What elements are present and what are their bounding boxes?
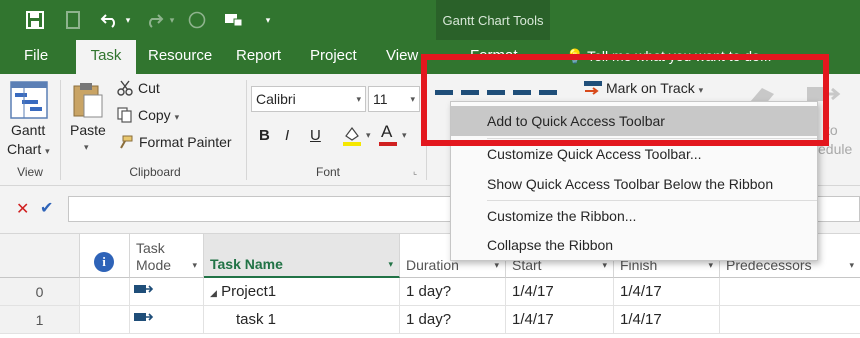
chevron-down-icon[interactable]: ▾ bbox=[708, 260, 713, 271]
copy-button[interactable]: Copy ▾ bbox=[138, 107, 179, 123]
auto-schedule-icon bbox=[134, 313, 154, 321]
chevron-down-icon: ▾ bbox=[410, 94, 415, 104]
info-cell[interactable] bbox=[80, 278, 130, 306]
undo-dropdown-icon[interactable]: ▾ bbox=[123, 6, 133, 34]
tell-me-placeholder: Tell me what you want to do... bbox=[587, 48, 772, 64]
undo-icon[interactable] bbox=[98, 6, 122, 34]
view-group-label: View bbox=[17, 165, 43, 179]
paste-dropdown-icon[interactable]: ▾ bbox=[84, 142, 89, 153]
font-size-combo[interactable]: 11 ▾ bbox=[368, 86, 420, 112]
start-cell[interactable]: 1/4/17 bbox=[506, 278, 614, 306]
gantt-chart-label-line2[interactable]: Chart ▾ bbox=[7, 141, 50, 157]
paste-label[interactable]: Paste bbox=[70, 122, 106, 138]
redo-icon[interactable] bbox=[142, 6, 166, 34]
font-group-label: Font bbox=[315, 165, 340, 179]
context-title: Gantt Chart Tools bbox=[442, 13, 544, 28]
paste-icon[interactable] bbox=[70, 80, 106, 120]
tell-me-box[interactable]: 💡 Tell me what you want to do... bbox=[566, 40, 772, 74]
redo-dropdown-icon[interactable]: ▾ bbox=[167, 6, 177, 34]
row-number[interactable]: 1 bbox=[0, 306, 80, 334]
font-color-dropdown-icon[interactable]: ▾ bbox=[402, 130, 407, 141]
mark-on-track-button[interactable]: Mark on Track ▾ bbox=[606, 80, 703, 96]
chevron-down-icon[interactable]: ▾ bbox=[602, 260, 607, 271]
cancel-icon[interactable]: ✕ bbox=[16, 199, 29, 219]
highlight-color-icon[interactable] bbox=[341, 124, 363, 146]
task-mode-header-line2: Mode bbox=[136, 257, 172, 273]
row-header-corner bbox=[0, 234, 80, 278]
predecessors-cell[interactable] bbox=[720, 278, 860, 306]
task-mode-cell[interactable] bbox=[130, 278, 204, 306]
start-cell[interactable]: 1/4/17 bbox=[506, 306, 614, 334]
partial-schedule-label: edule bbox=[818, 141, 853, 157]
format-painter-icon bbox=[116, 133, 134, 151]
menu-item-customize-ribbon[interactable]: Customize the Ribbon... bbox=[451, 201, 817, 231]
format-painter-button[interactable]: Format Painter bbox=[139, 134, 232, 150]
group-separator bbox=[426, 80, 427, 180]
gantt-chart-icon[interactable] bbox=[8, 80, 50, 120]
scissors-icon bbox=[116, 79, 134, 97]
chevron-down-icon[interactable]: ▾ bbox=[849, 260, 854, 271]
partial-to-label: to bbox=[826, 122, 838, 138]
circle-icon[interactable] bbox=[186, 6, 208, 34]
copy-icon bbox=[116, 106, 134, 124]
menu-item-collapse-ribbon[interactable]: Collapse the Ribbon bbox=[451, 230, 817, 260]
duration-cell[interactable]: 1 day? bbox=[400, 278, 506, 306]
dialog-launcher-icon[interactable]: ⌞ bbox=[413, 166, 417, 177]
auto-schedule-icon bbox=[134, 285, 154, 293]
tab-task[interactable]: Task bbox=[76, 40, 136, 74]
new-document-icon[interactable] bbox=[60, 6, 86, 34]
chevron-down-icon[interactable]: ▾ bbox=[494, 260, 499, 271]
ribbon-context-menu: Add to Quick Access Toolbar Customize Qu… bbox=[450, 101, 818, 261]
task-mode-column-header[interactable]: Task Mode ▾ bbox=[130, 234, 204, 278]
finish-cell[interactable]: 1/4/17 bbox=[614, 306, 720, 334]
tab-file[interactable]: File bbox=[16, 40, 56, 74]
task-name-column-header[interactable]: Task Name ▾ bbox=[204, 234, 400, 278]
tab-format[interactable]: Format bbox=[462, 40, 526, 74]
menu-item-add-to-qat[interactable]: Add to Quick Access Toolbar bbox=[451, 106, 817, 136]
font-name-combo[interactable]: Calibri ▾ bbox=[251, 86, 366, 112]
finish-cell[interactable]: 1/4/17 bbox=[614, 278, 720, 306]
view-icon[interactable] bbox=[222, 6, 246, 34]
tab-report[interactable]: Report bbox=[228, 40, 289, 74]
predecessors-cell[interactable] bbox=[720, 306, 860, 334]
chevron-down-icon[interactable]: ▾ bbox=[388, 259, 393, 270]
bold-button[interactable]: B bbox=[259, 127, 270, 144]
gantt-chart-label-line1[interactable]: Gantt bbox=[11, 122, 45, 138]
check-icon[interactable]: ✔ bbox=[40, 198, 53, 218]
task-mode-header-line1: Task bbox=[136, 240, 165, 256]
info-column-header[interactable]: i bbox=[80, 234, 130, 278]
lightbulb-icon: 💡 bbox=[566, 48, 584, 64]
task-name-cell[interactable]: task 1 bbox=[204, 306, 400, 334]
underline-button[interactable]: U bbox=[310, 127, 321, 144]
info-icon: i bbox=[94, 252, 114, 272]
menu-item-show-qat-below[interactable]: Show Quick Access Toolbar Below the Ribb… bbox=[451, 169, 817, 199]
clipboard-group-label: Clipboard bbox=[129, 165, 181, 179]
chevron-down-icon[interactable]: ▾ bbox=[192, 260, 197, 271]
highlight-dropdown-icon[interactable]: ▾ bbox=[366, 130, 371, 141]
font-color-button[interactable]: A bbox=[381, 122, 392, 142]
customize-qat-icon[interactable]: ▾ bbox=[262, 6, 274, 34]
font-color-bar bbox=[379, 142, 397, 146]
task-name-cell[interactable]: ◢ Project1 bbox=[204, 278, 400, 306]
save-icon[interactable] bbox=[22, 6, 48, 34]
cut-button[interactable]: Cut bbox=[138, 80, 160, 96]
row-number[interactable]: 0 bbox=[0, 278, 80, 306]
task-mode-cell[interactable] bbox=[130, 306, 204, 334]
menu-item-customize-qat[interactable]: Customize Quick Access Toolbar... bbox=[451, 139, 817, 169]
italic-button[interactable]: I bbox=[285, 127, 289, 144]
tab-view[interactable]: View bbox=[378, 40, 426, 74]
tab-resource[interactable]: Resource bbox=[140, 40, 220, 74]
group-separator bbox=[60, 80, 61, 180]
duration-cell[interactable]: 1 day? bbox=[400, 306, 506, 334]
mark-on-track-icon bbox=[583, 79, 603, 99]
project-window: { "titlebar": { "context_title": "Gantt … bbox=[0, 0, 860, 338]
tab-project[interactable]: Project bbox=[302, 40, 365, 74]
task-name-header-label: Task Name bbox=[210, 256, 283, 272]
chevron-down-icon: ▾ bbox=[356, 94, 361, 104]
group-separator bbox=[246, 80, 247, 180]
info-cell[interactable] bbox=[80, 306, 130, 334]
collapse-triangle-icon[interactable]: ◢ bbox=[210, 288, 217, 298]
